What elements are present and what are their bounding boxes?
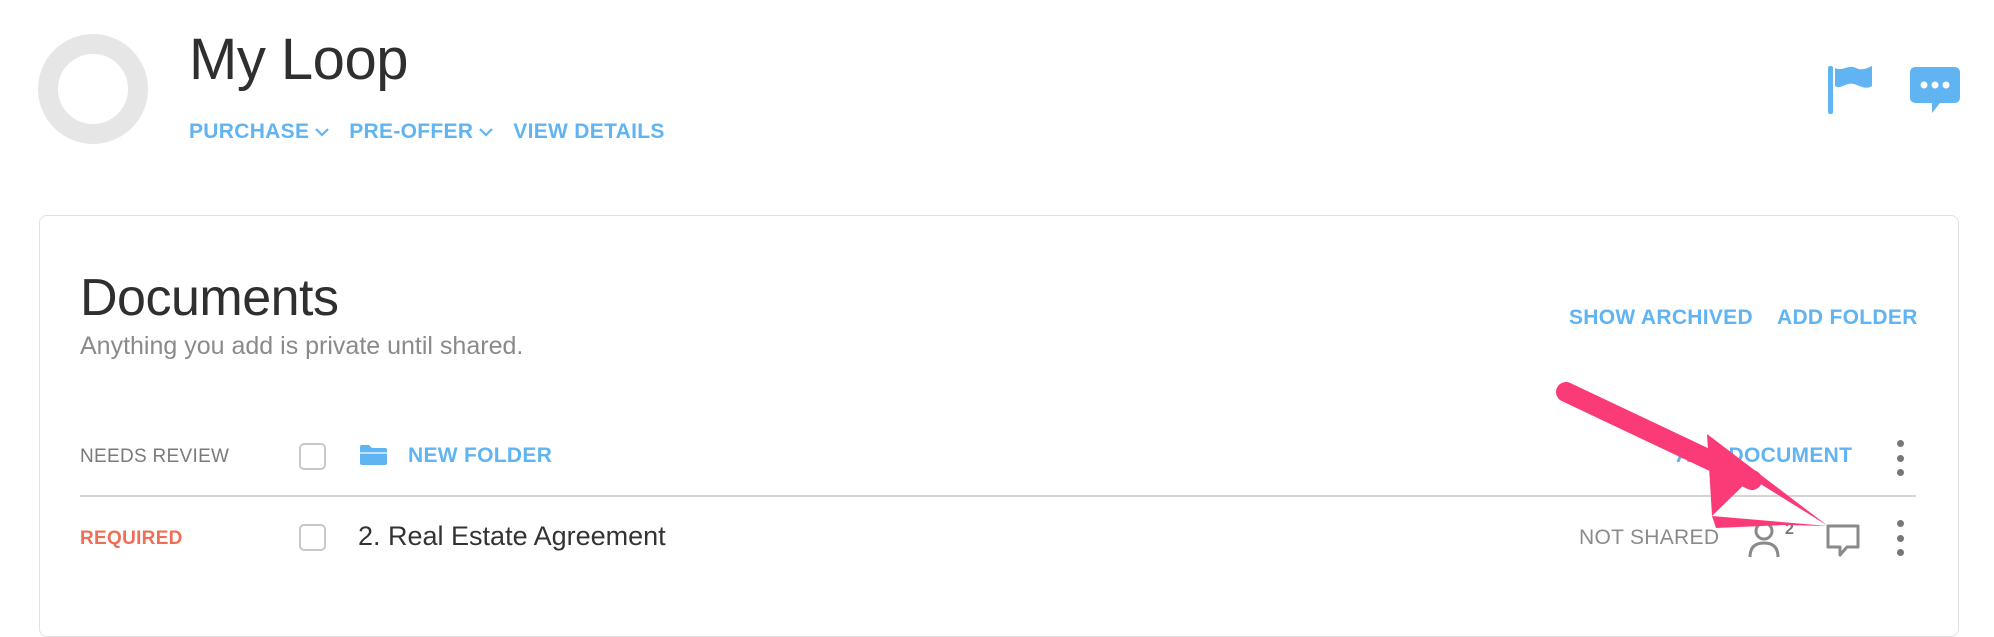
view-details-label: VIEW DETAILS <box>513 120 665 143</box>
pre-offer-label: PRE-OFFER <box>349 120 474 143</box>
view-details-link[interactable]: VIEW DETAILS <box>513 120 664 144</box>
document-name-link[interactable]: 2. Real Estate Agreement <box>358 521 666 552</box>
loop-nav: PURCHASE PRE-OFFER VIEW DETAILS <box>189 120 685 144</box>
add-document-button[interactable]: ADD DOCUMENT <box>1676 444 1852 468</box>
section-more-icon[interactable] <box>1891 440 1909 476</box>
people-count: 2 <box>1785 521 1794 538</box>
share-status: NOT SHARED <box>1579 526 1720 549</box>
show-archived-button[interactable]: SHOW ARCHIVED <box>1569 306 1753 330</box>
documents-title: Documents <box>80 269 339 327</box>
new-folder-button[interactable]: NEW FOLDER <box>408 444 552 468</box>
document-status-badge: REQUIRED <box>80 528 183 549</box>
comment-icon[interactable] <box>1825 523 1861 559</box>
people-icon[interactable] <box>1748 519 1790 559</box>
chevron-down-icon <box>315 127 330 137</box>
pre-offer-dropdown[interactable]: PRE-OFFER <box>349 120 494 144</box>
purchase-dropdown[interactable]: PURCHASE <box>189 120 330 144</box>
needs-review-label: NEEDS REVIEW <box>80 446 230 467</box>
loop-avatar <box>38 34 148 144</box>
chevron-down-icon <box>479 127 494 137</box>
section-select-checkbox[interactable] <box>299 443 326 470</box>
flag-icon[interactable] <box>1826 62 1876 116</box>
divider <box>80 495 1916 497</box>
loop-title: My Loop <box>189 27 408 92</box>
purchase-label: PURCHASE <box>189 120 310 143</box>
documents-subtitle: Anything you add is private until shared… <box>80 332 524 360</box>
document-more-icon[interactable] <box>1891 520 1909 556</box>
chat-bubble-icon[interactable] <box>1908 63 1962 117</box>
document-select-checkbox[interactable] <box>299 524 326 551</box>
add-folder-button[interactable]: ADD FOLDER <box>1777 306 1918 330</box>
folder-icon <box>359 444 388 466</box>
